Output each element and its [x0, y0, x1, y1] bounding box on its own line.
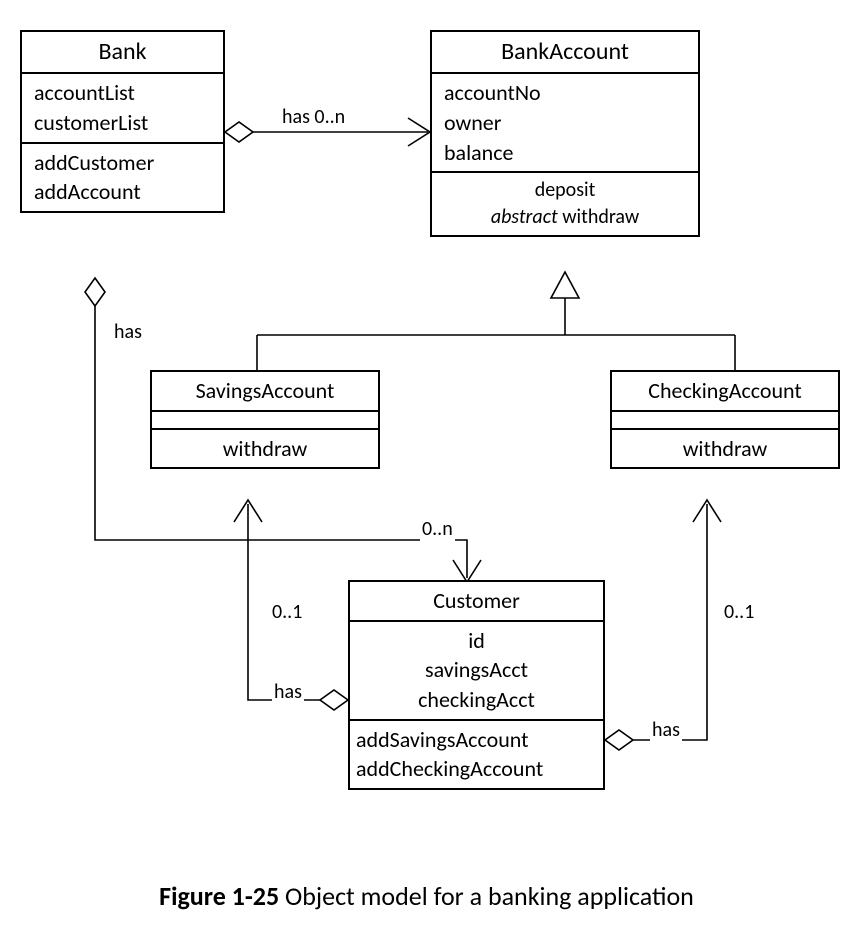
uml-diagram: Bank accountList customerList addCustome… [0, 0, 853, 949]
class-bankaccount-attributes: accountNo owner balance [432, 72, 698, 171]
attr-balance: balance [444, 138, 686, 168]
op-addCustomer: addCustomer [34, 148, 211, 178]
class-customer-title: Customer [350, 582, 603, 620]
label-mult-0n-customer: 0..n [420, 517, 455, 541]
attr-owner: owner [444, 108, 686, 138]
class-savingsaccount: SavingsAccount withdraw [150, 370, 380, 469]
attr-savingsAcct: savingsAcct [362, 655, 591, 685]
class-bank: Bank accountList customerList addCustome… [20, 30, 225, 213]
label-mult-01-checking: 0..1 [722, 600, 756, 624]
op-abstract-withdraw: abstract withdraw [444, 204, 686, 231]
class-checkingaccount-attributes [612, 410, 838, 428]
op-addCheckingAccount: addCheckingAccount [356, 754, 597, 784]
edge-generalization-to-bankaccount [257, 272, 735, 370]
class-checkingaccount-operations: withdraw [612, 428, 838, 468]
class-bank-attributes: accountList customerList [22, 72, 223, 141]
class-savingsaccount-operations: withdraw [152, 428, 378, 468]
label-has-customer-checking: has [650, 718, 682, 742]
edge-customer-has-checking [605, 500, 721, 750]
op-deposit: deposit [444, 177, 686, 204]
class-checkingaccount: CheckingAccount withdraw [610, 370, 840, 469]
attr-customerList: customerList [34, 108, 211, 138]
class-customer-operations: addSavingsAccount addCheckingAccount [350, 719, 603, 788]
op-withdraw-text: withdraw [558, 205, 639, 229]
op-checking-withdraw: withdraw [624, 434, 826, 464]
attr-id: id [362, 626, 591, 656]
class-customer-attributes: id savingsAcct checkingAcct [350, 620, 603, 719]
label-has-bank-customer: has [112, 320, 144, 344]
class-bank-title: Bank [22, 32, 223, 72]
figure-caption: Figure 1-25 Object model for a banking a… [0, 880, 853, 912]
label-mult-01-savings: 0..1 [270, 600, 304, 624]
figure-caption-text: Object model for a banking application [279, 880, 694, 912]
class-savingsaccount-attributes [152, 410, 378, 428]
class-checkingaccount-title: CheckingAccount [612, 372, 838, 410]
op-addSavingsAccount: addSavingsAccount [356, 725, 597, 755]
class-bankaccount: BankAccount accountNo owner balance depo… [430, 30, 700, 237]
abstract-keyword: abstract [491, 205, 558, 229]
class-bank-operations: addCustomer addAccount [22, 142, 223, 211]
attr-checkingAcct: checkingAcct [362, 685, 591, 715]
label-has-0n-bank-bankaccount: has 0..n [280, 105, 347, 129]
figure-caption-number: Figure 1-25 [159, 880, 279, 912]
class-bankaccount-operations: deposit abstract withdraw [432, 171, 698, 235]
label-has-customer-savings: has [272, 680, 304, 704]
class-customer: Customer id savingsAcct checkingAcct add… [348, 580, 605, 790]
class-savingsaccount-title: SavingsAccount [152, 372, 378, 410]
class-bankaccount-title: BankAccount [432, 32, 698, 72]
attr-accountNo: accountNo [444, 78, 686, 108]
op-savings-withdraw: withdraw [164, 434, 366, 464]
op-addAccount: addAccount [34, 177, 211, 207]
attr-accountList: accountList [34, 78, 211, 108]
